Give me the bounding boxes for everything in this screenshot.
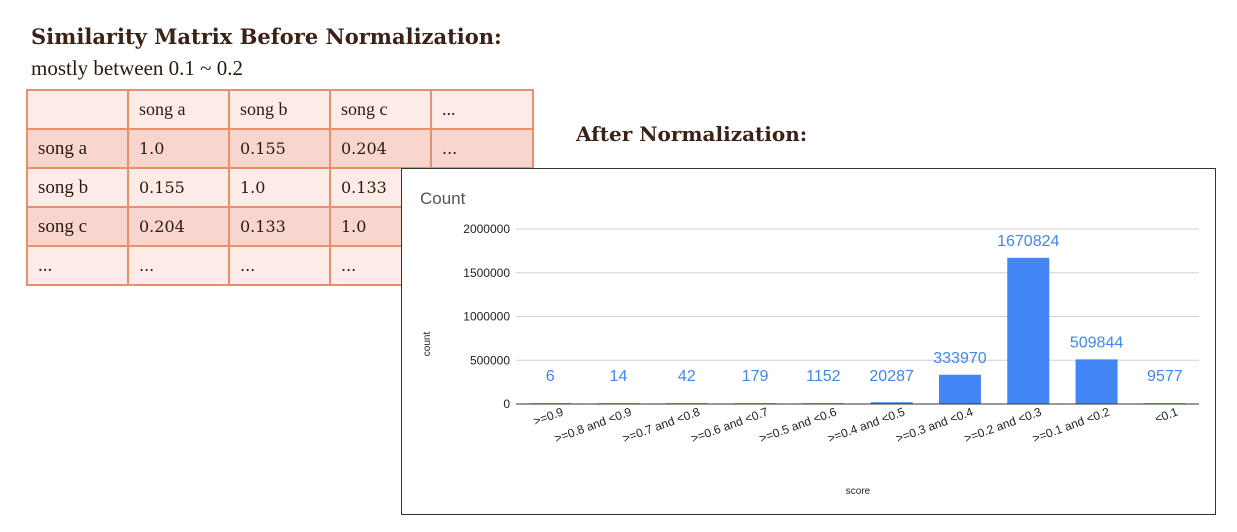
table-row: song a 1.0 0.155 0.204 ... xyxy=(26,128,534,169)
table-cell: 0.155 xyxy=(127,167,230,208)
x-tick-label: >=0.5 and <0.6 xyxy=(757,405,838,446)
y-tick-label: 2000000 xyxy=(463,222,510,236)
data-label: 1670824 xyxy=(997,233,1059,250)
x-axis-label: score xyxy=(846,486,871,497)
after-normalization-title: After Normalization: xyxy=(576,122,808,146)
table-header-cell: song b xyxy=(228,89,331,130)
x-axis-categories: >=0.9>=0.8 and <0.9>=0.7 and <0.8>=0.6 a… xyxy=(532,405,1181,446)
chart-svg: Count 0 500000 1000000 1500000 2000000 6 14 42… xyxy=(420,189,1199,497)
table-cell: ... xyxy=(430,128,534,169)
y-tick-label: 500000 xyxy=(470,353,510,367)
table-header-cell xyxy=(26,89,129,130)
table-header-row: song a song b song c ... xyxy=(26,89,534,130)
data-label: 179 xyxy=(742,368,769,385)
table-cell: 1.0 xyxy=(228,167,331,208)
table-cell: 0.204 xyxy=(127,206,230,247)
row-label-cell: song c xyxy=(26,206,129,247)
table-header-cell: song c xyxy=(329,89,432,130)
y-tick-label: 1000000 xyxy=(463,310,510,324)
table-cell: ... xyxy=(127,245,230,286)
table-header-cell: song a xyxy=(127,89,230,130)
data-label: 6 xyxy=(546,368,555,385)
data-label: 333970 xyxy=(933,350,986,367)
bars xyxy=(529,257,1186,404)
x-tick-label: >=0.9 xyxy=(532,405,566,429)
x-tick-label: >=0.2 and <0.3 xyxy=(962,405,1043,446)
data-label: 1152 xyxy=(806,368,841,385)
x-tick-label: >=0.7 and <0.8 xyxy=(621,405,702,446)
row-label-cell: song b xyxy=(26,167,129,208)
table-cell: ... xyxy=(228,245,331,286)
row-label-cell: ... xyxy=(26,245,129,286)
chart-title: Count xyxy=(420,189,466,208)
data-label: 9577 xyxy=(1147,368,1183,385)
x-tick-label: >=0.6 and <0.7 xyxy=(689,405,770,446)
x-tick-label: >=0.3 and <0.4 xyxy=(894,405,975,446)
x-tick-label: <0.1 xyxy=(1153,405,1180,426)
data-label: 509844 xyxy=(1070,334,1123,351)
table-cell: 0.155 xyxy=(228,128,331,169)
data-label: 20287 xyxy=(869,368,914,385)
page-title: Similarity Matrix Before Normalization: xyxy=(31,24,502,49)
table-header-cell: ... xyxy=(430,89,534,130)
x-tick-label: >=0.8 and <0.9 xyxy=(552,405,633,446)
data-label: 14 xyxy=(610,368,628,385)
bar xyxy=(1007,257,1050,404)
table-cell: 0.133 xyxy=(228,206,331,247)
bar xyxy=(938,374,981,404)
y-tick-label: 1500000 xyxy=(463,266,510,280)
bar xyxy=(1075,359,1118,404)
y-tick-label: 0 xyxy=(503,397,510,411)
table-cell: 1.0 xyxy=(127,128,230,169)
x-tick-label: >=0.1 and <0.2 xyxy=(1031,405,1112,446)
page-subtitle: mostly between 0.1 ~ 0.2 xyxy=(31,56,243,80)
table-cell: 0.204 xyxy=(329,128,432,169)
y-axis-label: count xyxy=(422,332,433,357)
histogram-chart: Count 0 500000 1000000 1500000 2000000 6 14 42… xyxy=(401,168,1216,515)
y-axis-ticks: 0 500000 1000000 1500000 2000000 xyxy=(463,222,510,411)
data-label: 42 xyxy=(678,368,696,385)
x-tick-label: >=0.4 and <0.5 xyxy=(826,405,907,446)
row-label-cell: song a xyxy=(26,128,129,169)
